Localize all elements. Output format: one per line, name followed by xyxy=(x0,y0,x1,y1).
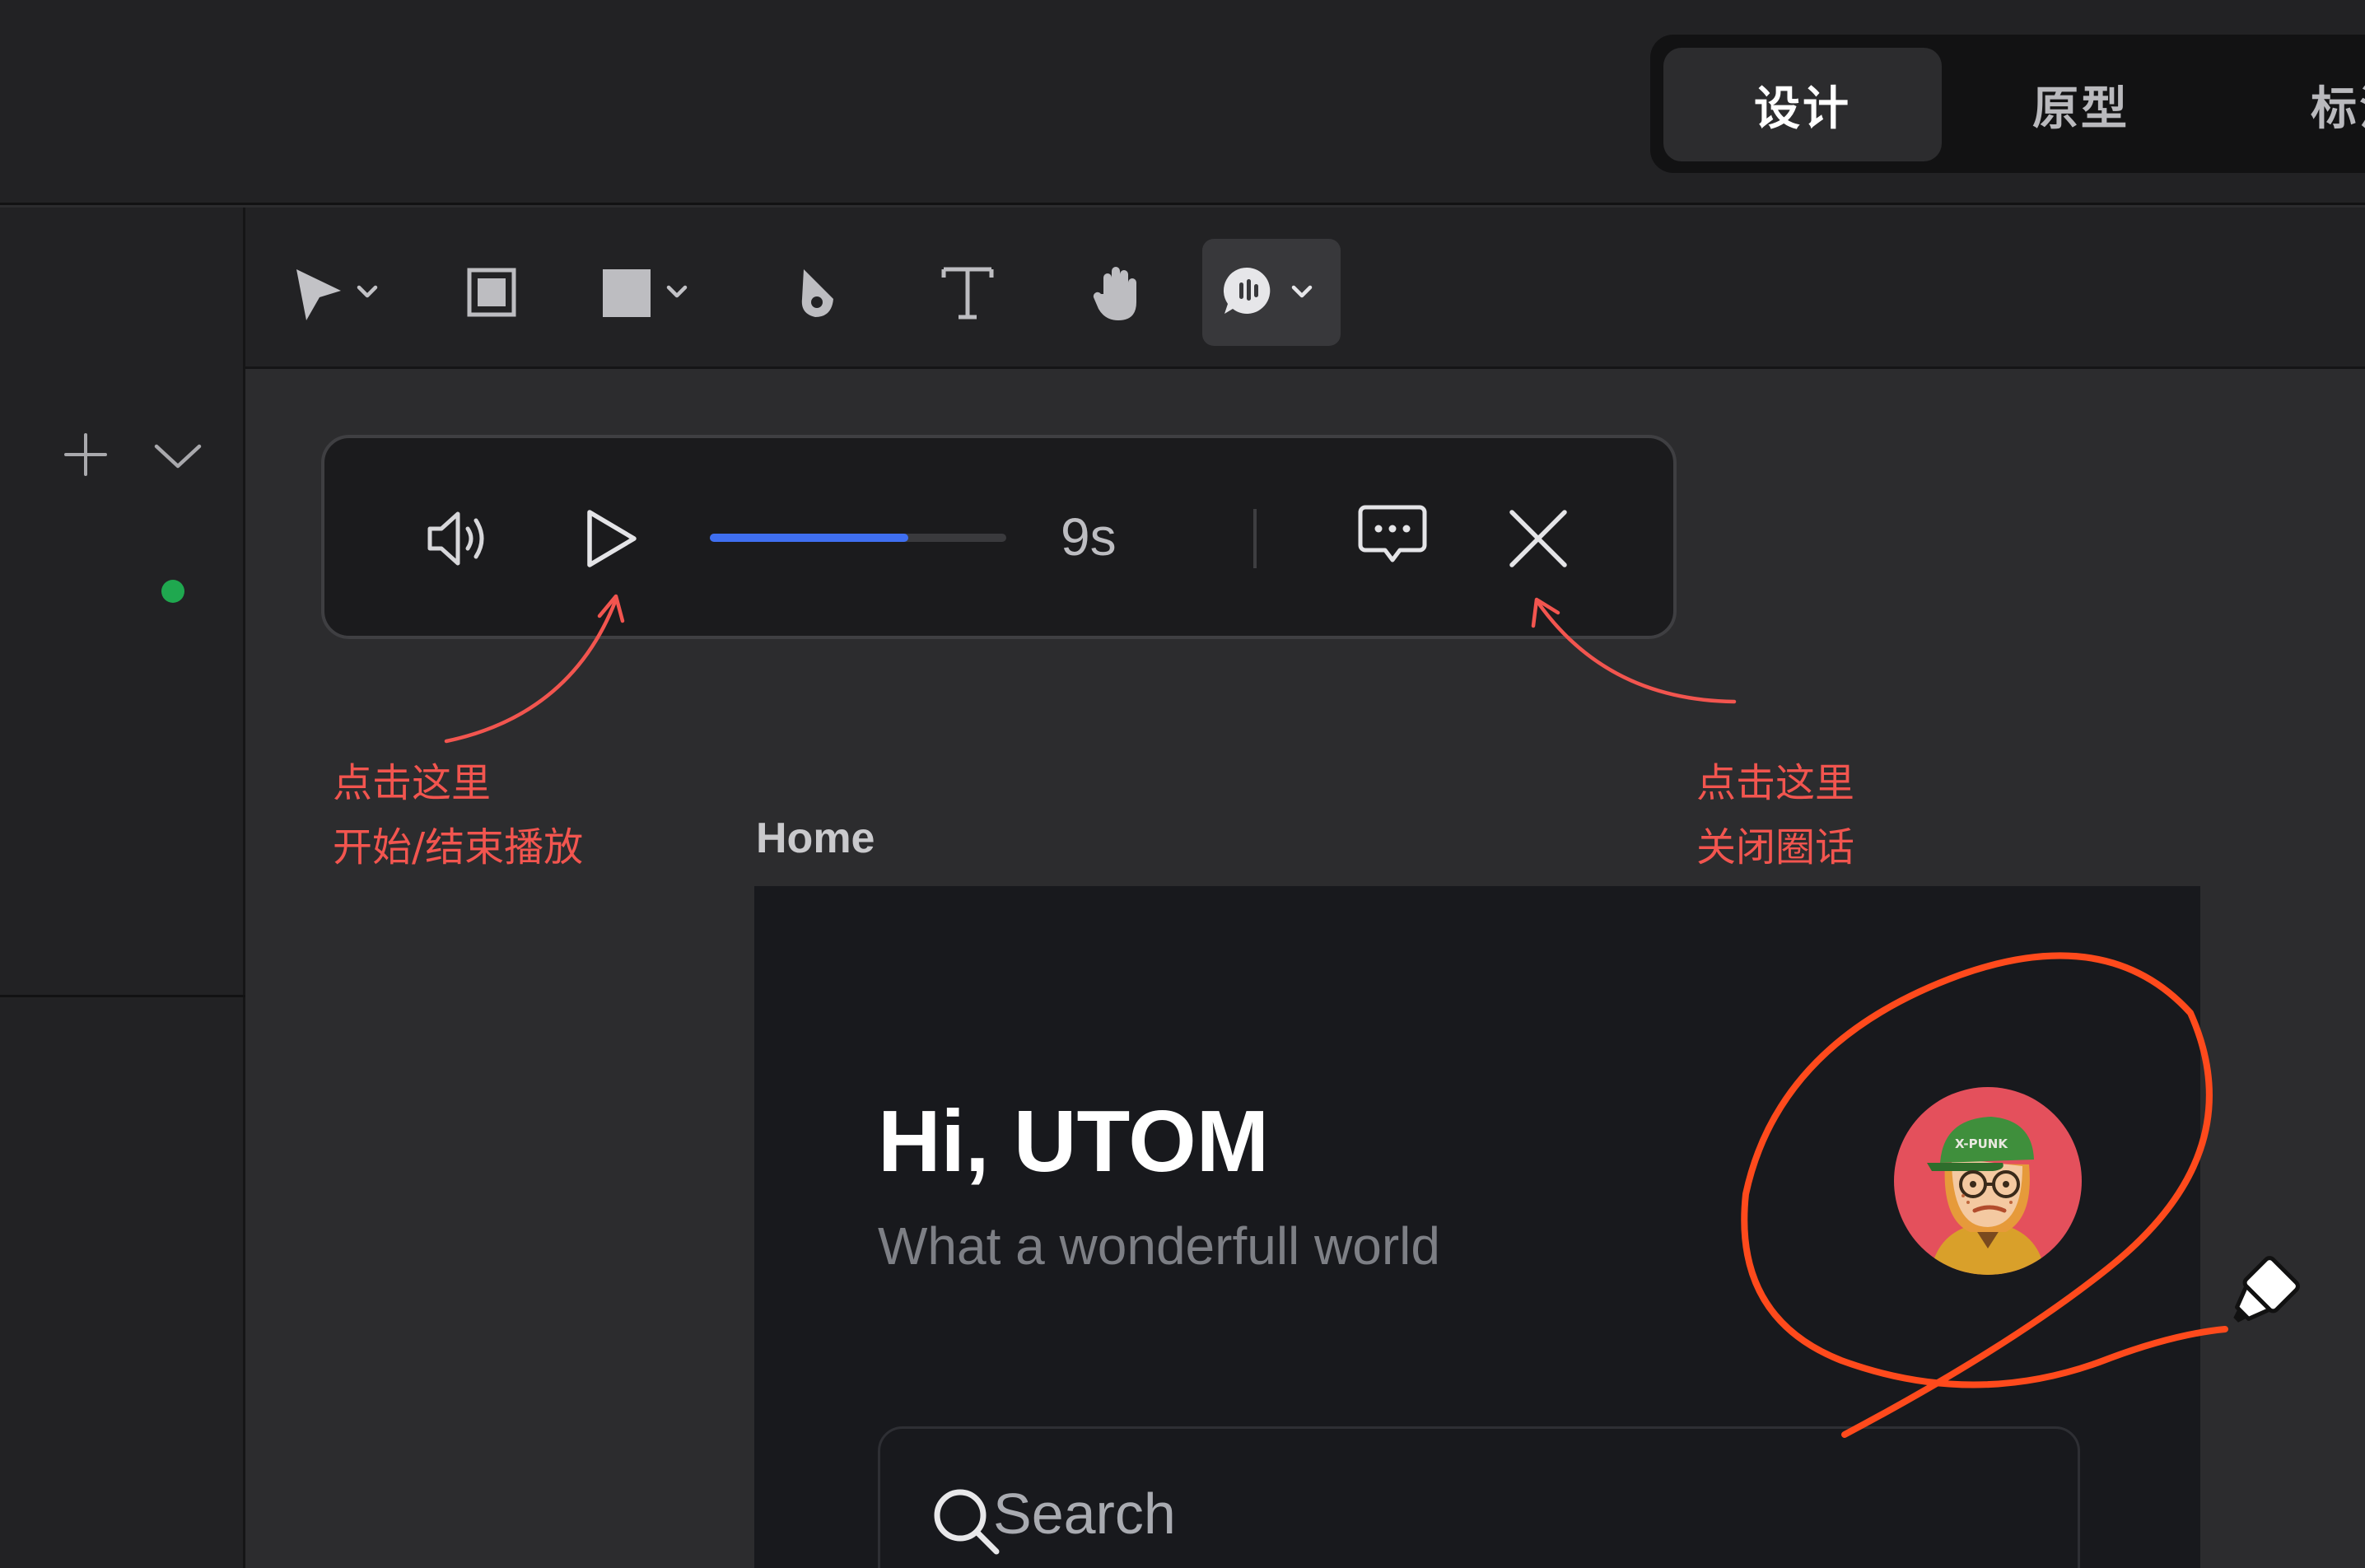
panel-divider xyxy=(0,995,245,997)
annotation-close: 点击这里 关闭圈话 xyxy=(1696,751,1854,880)
rectangle-icon xyxy=(603,269,688,317)
tab-design[interactable]: 设计 xyxy=(1663,48,1942,161)
greeting-title: Hi, UTOM xyxy=(878,1093,1270,1190)
shape-tool[interactable] xyxy=(595,239,702,346)
voice-bubble-icon xyxy=(1223,267,1313,314)
close-icon[interactable] xyxy=(1504,504,1573,573)
plus-icon[interactable] xyxy=(59,428,112,481)
pen-tool[interactable] xyxy=(781,239,855,346)
annotation-play-line1: 点击这里 xyxy=(333,760,492,806)
text-tool[interactable] xyxy=(931,239,1005,346)
annotation-close-line2: 关闭圈话 xyxy=(1696,824,1855,870)
pen-icon xyxy=(801,269,833,317)
tab-prototype[interactable]: 原型 xyxy=(1942,48,2220,161)
play-icon[interactable] xyxy=(578,504,644,573)
avatar[interactable]: X-PUNK xyxy=(1894,1087,2082,1275)
duration-label: 9s xyxy=(1061,507,1117,567)
status-dot xyxy=(161,580,184,603)
text-icon xyxy=(941,267,994,320)
greeting-subtitle: What a wonderfull world xyxy=(878,1216,1440,1276)
tab-annotate[interactable]: 标注 xyxy=(2220,48,2365,161)
move-tool[interactable] xyxy=(285,239,392,346)
frame-label[interactable]: Home xyxy=(756,814,875,863)
annotation-play: 点击这里 开始/结束播放 xyxy=(333,751,583,880)
comment-bubble-icon[interactable] xyxy=(1355,501,1430,572)
avatar-cap-text: X-PUNK xyxy=(1955,1136,2008,1151)
hand-icon xyxy=(1093,267,1136,320)
marker-pen-icon xyxy=(2233,1256,2300,1323)
search-input[interactable]: Search xyxy=(993,1481,1176,1547)
hand-tool[interactable] xyxy=(1080,239,1155,346)
progress-fill xyxy=(710,534,908,542)
cursor-arrow-icon xyxy=(296,269,378,320)
divider xyxy=(1253,509,1257,568)
annotation-close-line1: 点击这里 xyxy=(1696,760,1855,806)
frame-icon xyxy=(467,268,516,317)
voice-comment-tool[interactable] xyxy=(1202,239,1341,346)
mode-switcher: 设计 原型 标注 xyxy=(1650,35,2365,173)
volume-icon[interactable] xyxy=(422,504,496,573)
annotation-play-line2: 开始/结束播放 xyxy=(333,824,584,870)
left-panel xyxy=(0,208,245,1568)
frame-tool[interactable] xyxy=(455,239,529,346)
chevron-down-icon[interactable] xyxy=(148,432,208,481)
artboard-home[interactable]: Hi, UTOM What a wonderfull world X-PUNK xyxy=(754,886,2200,1568)
